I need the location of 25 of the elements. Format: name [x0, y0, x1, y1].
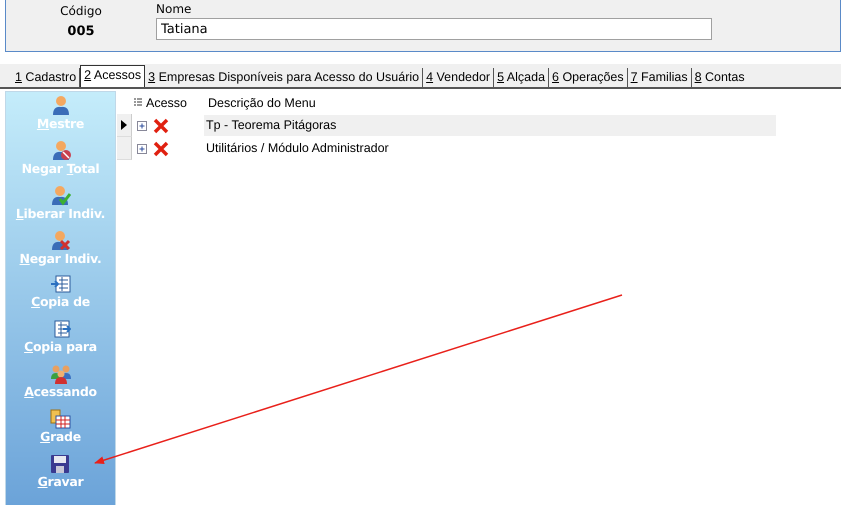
expand-icon[interactable]	[137, 120, 147, 130]
name-field[interactable]: Tatiana	[156, 18, 712, 40]
user-icon	[49, 184, 72, 206]
users-icon	[50, 364, 72, 384]
row-indicator[interactable]	[117, 114, 132, 137]
current-row-icon	[121, 120, 127, 130]
tab[interactable]: 2 Acessos	[80, 65, 146, 87]
user-icon	[49, 229, 72, 251]
table-cell: Tp - Teorema Pitágoras	[204, 115, 776, 136]
table-import-icon	[50, 274, 72, 294]
column-header[interactable]: Descrição do Menu	[206, 96, 316, 110]
expand-icon[interactable]	[137, 144, 147, 154]
code-value: 005	[67, 24, 95, 39]
tab[interactable]: 6 Operações	[549, 68, 628, 87]
tab[interactable]: 5 Alçada	[494, 68, 550, 87]
code-label: Código	[60, 4, 102, 18]
table-cell-text: Utilitários / Módulo Administrador	[205, 140, 390, 157]
name-label: Nome	[156, 2, 192, 16]
grid-icon	[49, 409, 72, 429]
tab[interactable]: 3 Empresas Disponíveis para Acesso do Usuário	[145, 68, 424, 87]
column-header[interactable]: Acesso	[132, 96, 206, 110]
tab[interactable]: 4 Vendedor	[423, 68, 494, 87]
tab[interactable]: 8 Contas	[692, 68, 748, 87]
tab[interactable]: 7 Familias	[628, 68, 692, 87]
list-icon	[134, 98, 142, 108]
